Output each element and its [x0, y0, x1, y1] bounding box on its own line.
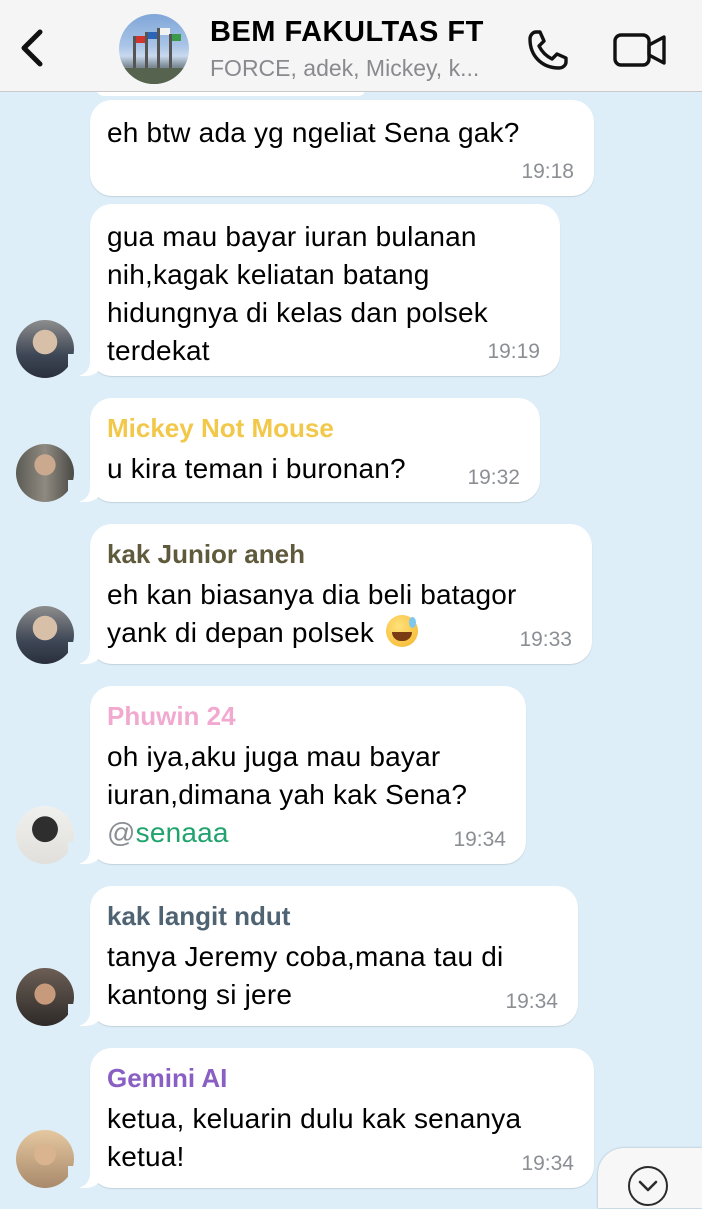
message-bubble[interactable]: Mickey Not Mouse u kira teman i buronan?…	[68, 398, 540, 502]
message-mention: @senaaa	[107, 817, 229, 848]
sender-name[interactable]: kak Junior aneh	[107, 538, 574, 570]
message-time: 19:19	[487, 340, 540, 363]
avatar[interactable]	[16, 606, 74, 664]
message-text: eh kan biasanya dia beli batagor yank di…	[107, 576, 574, 652]
message-bubble[interactable]: Phuwin 24 oh iya,aku juga mau bayar iura…	[68, 686, 526, 864]
message-bubble[interactable]: eh btw ada yg ngeliat Sena gak? 19:18	[90, 100, 594, 196]
grinning-sweat-emoji	[386, 615, 419, 647]
sender-name[interactable]: Gemini AI	[107, 1062, 576, 1094]
message-text: gua mau bayar iuran bulanan nih,kagak ke…	[107, 221, 488, 366]
message-text: ketua, keluarin dulu kak senanya ketua!	[107, 1103, 522, 1172]
avatar[interactable]	[16, 444, 74, 502]
avatar[interactable]	[16, 320, 74, 378]
avatar[interactable]	[16, 806, 74, 864]
message-text: tanya Jeremy coba,mana tau di kantong si…	[107, 941, 504, 1010]
group-members[interactable]: FORCE, adek, Mickey, k...	[210, 55, 510, 82]
group-avatar[interactable]	[119, 14, 189, 84]
sender-name[interactable]: Phuwin 24	[107, 700, 508, 732]
message-text: eh btw ada yg ngeliat Sena gak?	[107, 117, 520, 148]
sender-name[interactable]: kak langit ndut	[107, 900, 560, 932]
message-text: oh iya,aku juga mau bayar iuran,dimana y…	[107, 741, 468, 810]
phone-icon[interactable]	[524, 26, 572, 74]
message-list[interactable]: eh btw ada yg ngeliat Sena gak? 19:18 gu…	[0, 88, 702, 1200]
message-time: 19:34	[521, 1152, 574, 1175]
video-camera-icon[interactable]	[612, 30, 668, 70]
message-bubble[interactable]: gua mau bayar iuran bulanan nih,kagak ke…	[68, 204, 560, 376]
chevron-left-icon[interactable]	[14, 24, 50, 72]
sender-name[interactable]: Mickey Not Mouse	[107, 412, 522, 444]
mention-link[interactable]: senaaa	[136, 817, 229, 848]
message-time: 19:34	[505, 990, 558, 1013]
avatar[interactable]	[16, 968, 74, 1026]
message-bubble[interactable]: Gemini AI ketua, keluarin dulu kak senan…	[68, 1048, 594, 1188]
message-time: 19:32	[467, 466, 520, 489]
message-bubble[interactable]: kak Junior aneh eh kan biasanya dia beli…	[68, 524, 592, 664]
chat-header: BEM FAKULTAS FT FORCE, adek, Mickey, k..…	[0, 0, 702, 92]
scroll-down-button[interactable]	[598, 1148, 702, 1208]
message-time: 19:18	[521, 160, 574, 183]
chevron-down-circle-icon[interactable]	[628, 1166, 668, 1206]
message-time: 19:34	[453, 828, 506, 851]
message-time: 19:33	[519, 628, 572, 651]
group-title[interactable]: BEM FAKULTAS FT	[210, 16, 484, 49]
message-bubble[interactable]: kak langit ndut tanya Jeremy coba,mana t…	[68, 886, 578, 1026]
message-text: u kira teman i buronan?	[107, 453, 406, 484]
avatar[interactable]	[16, 1130, 74, 1188]
message-text-body: eh kan biasanya dia beli batagor yank di…	[107, 579, 517, 648]
